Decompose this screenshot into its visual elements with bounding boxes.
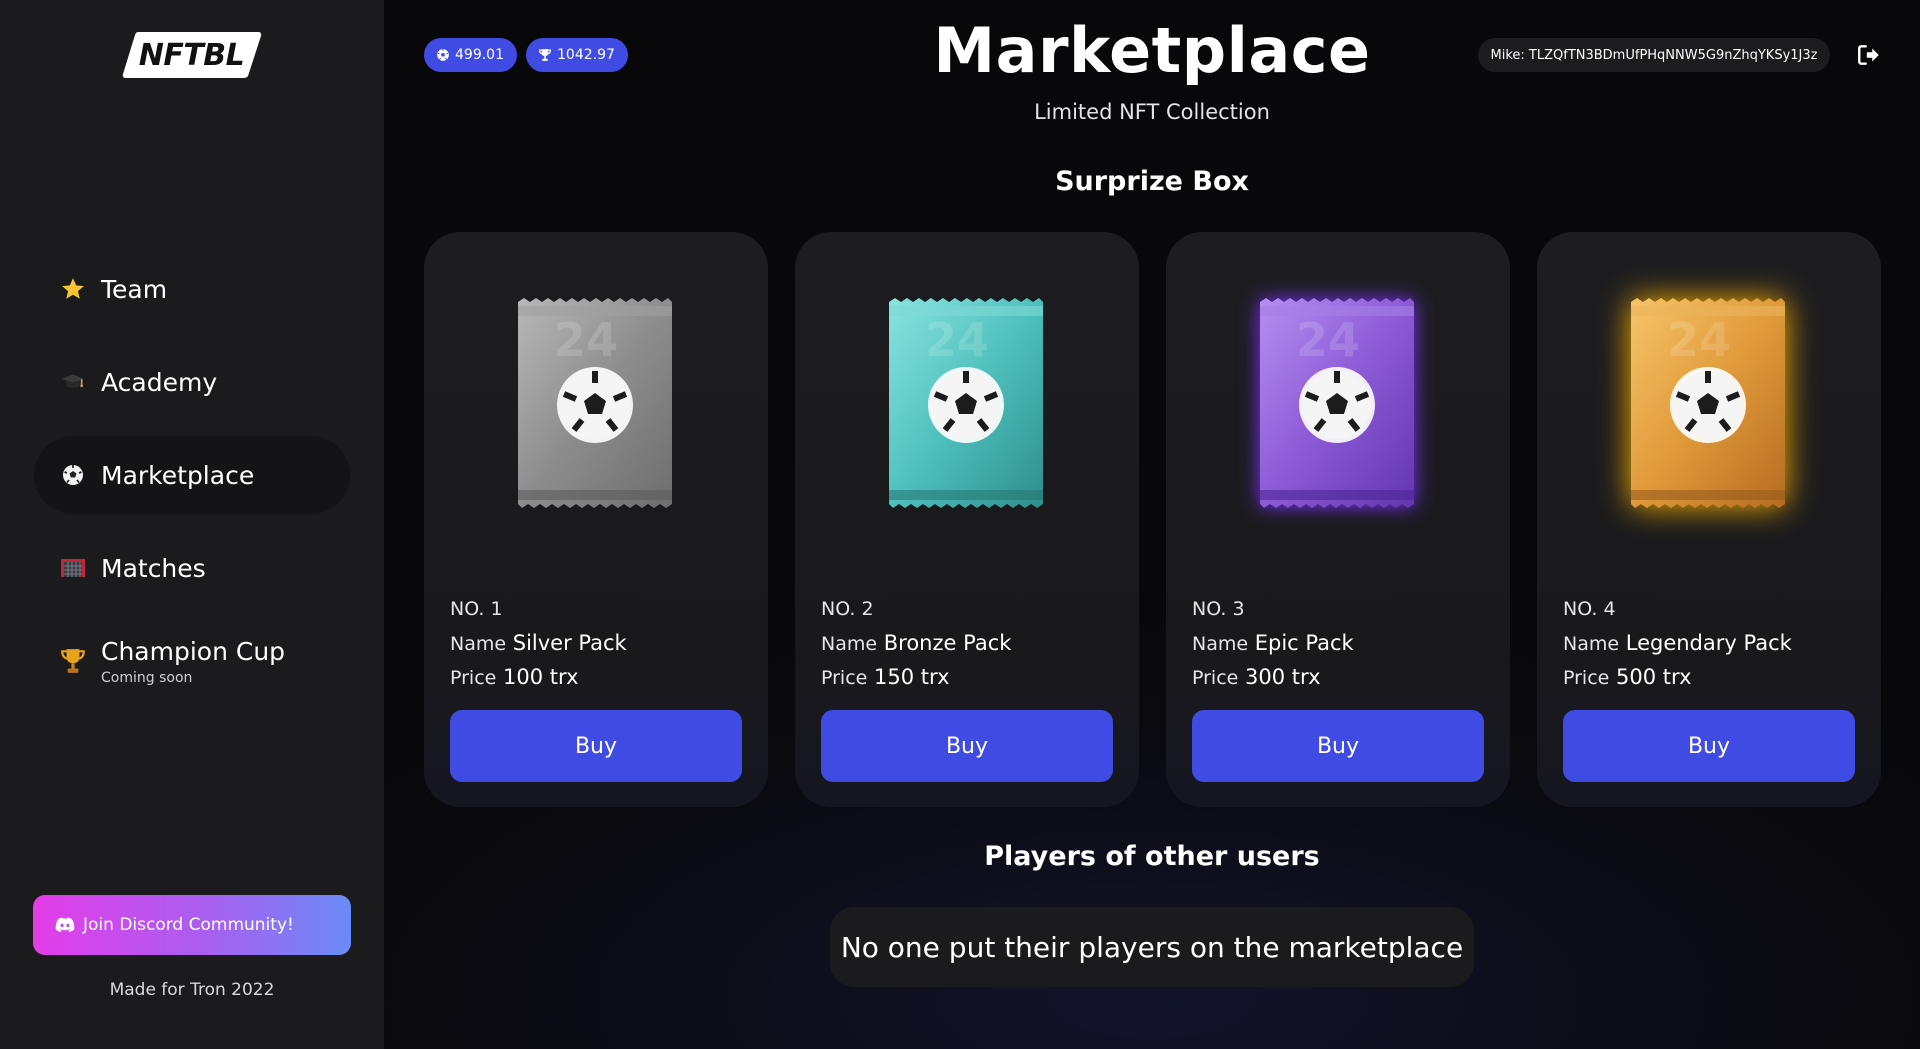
pack-info: NO. 3 Name Epic Pack Price 300 trx (1192, 592, 1492, 694)
pack-name-key: Name (821, 633, 878, 655)
pack-price-row: Price 150 trx (821, 660, 1121, 694)
empty-marketplace-message: No one put their players on the marketpl… (830, 907, 1474, 987)
sidebar-item-label: Team (101, 274, 168, 304)
sidebar-item-label: Marketplace (101, 460, 255, 490)
goal-net-icon (59, 554, 87, 582)
pack-number: NO. 3 (1192, 598, 1245, 620)
buy-button-epic[interactable]: Buy (1192, 710, 1484, 782)
pack-number: NO. 2 (821, 598, 874, 620)
epic-pack-image: 24 (1256, 296, 1418, 510)
players-section-title: Players of other users (984, 841, 1320, 872)
pack-name: Silver Pack (512, 631, 627, 655)
sidebar: NFTBL Team Academy Marketplace Matches C… (0, 0, 384, 1049)
trophy-icon (59, 647, 87, 675)
sidebar-item-academy[interactable]: Academy (34, 343, 350, 421)
pack-info: NO. 2 Name Bronze Pack Price 150 trx (821, 592, 1121, 694)
sidebar-item-label: Champion Cup (101, 636, 286, 666)
pack-number: NO. 1 (450, 598, 503, 620)
pack-name: Epic Pack (1254, 631, 1354, 655)
nftbl-logo[interactable]: NFTBL (120, 28, 263, 82)
discord-button-label: Join Discord Community! (83, 915, 294, 935)
pack-name-key: Name (450, 633, 507, 655)
star-icon (59, 275, 87, 303)
main-content: 499.01 1042.97 Marketplace Limited NFT C… (384, 0, 1920, 1049)
pack-price-row: Price 100 trx (450, 660, 750, 694)
pack-price-row: Price 300 trx (1192, 660, 1492, 694)
bronze-pack-image: 24 (885, 296, 1047, 510)
pack-info: NO. 4 Name Legendary Pack Price 500 trx (1563, 592, 1863, 694)
surprize-box-title: Surprize Box (1055, 166, 1249, 197)
pack-name-row: Name Silver Pack (450, 626, 750, 660)
join-discord-button[interactable]: Join Discord Community! (33, 895, 351, 955)
pack-name: Legendary Pack (1625, 631, 1792, 655)
pack-number: NO. 4 (1563, 598, 1616, 620)
pack-name-row: Name Epic Pack (1192, 626, 1492, 660)
buy-button-legendary[interactable]: Buy (1563, 710, 1855, 782)
svg-text:24: 24 (925, 313, 989, 367)
sidebar-item-text: Champion Cup Coming soon (101, 637, 285, 686)
buy-button-bronze[interactable]: Buy (821, 710, 1113, 782)
sidebar-nav: Team Academy Marketplace Matches Champio… (34, 250, 350, 715)
pack-card-silver: 24 NO. 1 Name Silver Pack Price 100 trx … (424, 232, 768, 807)
svg-text:24: 24 (1296, 313, 1360, 367)
user-wallet-label: Mike: TLZQfTN3BDmUfPHqNNW5G9nZhqYKSy1J3z (1478, 38, 1830, 72)
pack-price-key: Price (1192, 667, 1239, 689)
sidebar-item-label: Academy (101, 367, 218, 397)
pack-price: 100 trx (503, 665, 579, 689)
pack-name-row: Name Bronze Pack (821, 626, 1121, 660)
pack-price: 300 trx (1245, 665, 1321, 689)
pack-name-key: Name (1192, 633, 1249, 655)
pack-info: NO. 1 Name Silver Pack Price 100 trx (450, 592, 750, 694)
coming-soon-label: Coming soon (101, 669, 193, 686)
svg-text:24: 24 (554, 313, 618, 367)
page-subtitle: Limited NFT Collection (1034, 100, 1270, 124)
pack-name-key: Name (1563, 633, 1620, 655)
sidebar-item-marketplace[interactable]: Marketplace (34, 436, 350, 514)
pack-price: 150 trx (874, 665, 950, 689)
pack-price-key: Price (821, 667, 868, 689)
pack-card-legendary: 24 NO. 4 Name Legendary Pack Price 500 t… (1537, 232, 1881, 807)
silver-pack-image: 24 (514, 296, 676, 510)
logout-icon[interactable] (1856, 42, 1882, 68)
pack-price-key: Price (450, 667, 497, 689)
sidebar-item-champion-cup[interactable]: Champion Cup Coming soon (34, 622, 350, 700)
pack-name-row: Name Legendary Pack (1563, 626, 1863, 660)
buy-button-silver[interactable]: Buy (450, 710, 742, 782)
pack-price: 500 trx (1616, 665, 1692, 689)
graduation-cap-icon (59, 368, 87, 396)
svg-text:24: 24 (1667, 313, 1731, 367)
logo-text: NFTBL (138, 37, 245, 73)
sidebar-item-matches[interactable]: Matches (34, 529, 350, 607)
pack-price-row: Price 500 trx (1563, 660, 1863, 694)
soccer-ball-icon (59, 461, 87, 489)
pack-card-epic: 24 NO. 3 Name Epic Pack Price 300 trx Bu… (1166, 232, 1510, 807)
sidebar-item-label: Matches (101, 553, 206, 583)
pack-name: Bronze Pack (883, 631, 1012, 655)
discord-icon (55, 917, 75, 933)
pack-price-key: Price (1563, 667, 1610, 689)
footer-text: Made for Tron 2022 (109, 980, 275, 1000)
sidebar-item-team[interactable]: Team (34, 250, 350, 328)
legendary-pack-image: 24 (1627, 296, 1789, 510)
pack-card-bronze: 24 NO. 2 Name Bronze Pack Price 150 trx … (795, 232, 1139, 807)
